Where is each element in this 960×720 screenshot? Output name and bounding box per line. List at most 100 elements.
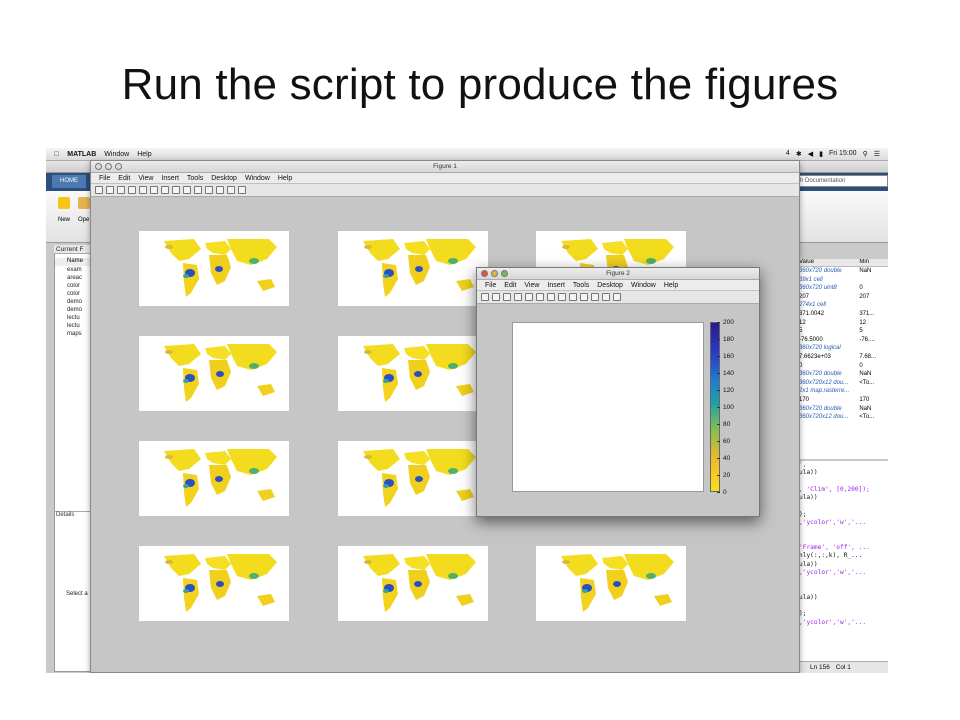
status-count[interactable]: 4: [786, 150, 790, 158]
fig1-menu-insert[interactable]: Insert: [161, 173, 179, 183]
colorbar-icon[interactable]: [602, 293, 610, 301]
fig1-menu-file[interactable]: File: [99, 173, 110, 183]
workspace-row[interactable]: 55: [795, 327, 888, 336]
open-folder-icon[interactable]: [78, 197, 90, 209]
pointer-icon[interactable]: [525, 293, 533, 301]
fig1-menu-window[interactable]: Window: [245, 173, 270, 183]
workspace-row[interactable]: 00: [795, 362, 888, 371]
file-item[interactable]: lectu: [55, 314, 91, 322]
figure2-canvas[interactable]: 200 180 160 140 120 100 80 60 40 20 0: [477, 305, 759, 516]
map-tile[interactable]: [139, 231, 289, 306]
menu-help[interactable]: Help: [137, 151, 151, 158]
legend-icon[interactable]: [613, 293, 621, 301]
print-icon[interactable]: [128, 186, 136, 194]
workspace-row[interactable]: 360x720 logical: [795, 344, 888, 353]
workspace-row[interactable]: 170 170: [795, 396, 888, 405]
workspace-row[interactable]: 2x1 map.rasterre...: [795, 387, 888, 396]
map-tile[interactable]: [536, 546, 686, 621]
fig2-menu-file[interactable]: File: [485, 280, 496, 290]
data-cursor-icon[interactable]: [194, 186, 202, 194]
map-tile[interactable]: [139, 441, 289, 516]
fig1-menu-edit[interactable]: Edit: [118, 173, 130, 183]
file-item[interactable]: color: [55, 290, 91, 298]
brush-icon[interactable]: [205, 186, 213, 194]
workspace-row[interactable]: 7.6623e+03 7.68...: [795, 353, 888, 362]
workspace-row[interactable]: 360x720x12 dou... <To...: [795, 379, 888, 388]
map-tile[interactable]: [338, 441, 488, 516]
print-icon[interactable]: [514, 293, 522, 301]
link-icon[interactable]: [216, 186, 224, 194]
clock[interactable]: Fri 15:00: [829, 150, 857, 158]
figure2-titlebar[interactable]: Figure 2: [477, 268, 759, 280]
minimize-icon[interactable]: [105, 163, 112, 170]
documentation-search-input[interactable]: ch Documentation: [786, 175, 888, 187]
file-item[interactable]: areac: [55, 274, 91, 282]
figure1-titlebar[interactable]: Figure 1: [91, 161, 799, 173]
fig1-menu-help[interactable]: Help: [278, 173, 292, 183]
ws-header-min[interactable]: Min: [856, 259, 888, 266]
minimize-icon[interactable]: [491, 270, 498, 277]
file-item[interactable]: demo: [55, 298, 91, 306]
fig2-menu-edit[interactable]: Edit: [504, 280, 516, 290]
fig1-menu-view[interactable]: View: [138, 173, 153, 183]
new-button[interactable]: New: [58, 217, 70, 223]
fig2-menu-tools[interactable]: Tools: [573, 280, 589, 290]
workspace-row[interactable]: 274x1 cell: [795, 301, 888, 310]
fig1-menu-tools[interactable]: Tools: [187, 173, 203, 183]
workspace-row[interactable]: 360x720 double NaN: [795, 405, 888, 414]
menu-window[interactable]: Window: [104, 151, 129, 158]
app-menu[interactable]: MATLAB: [67, 151, 96, 158]
volume-icon[interactable]: ◀: [808, 150, 813, 158]
fig1-menu-desktop[interactable]: Desktop: [211, 173, 237, 183]
map-tile[interactable]: [139, 336, 289, 411]
map-tile[interactable]: [338, 336, 488, 411]
figure2-window[interactable]: Figure 2 File Edit View Insert Tools Des…: [476, 267, 760, 517]
menu-list-icon[interactable]: ☰: [874, 150, 880, 158]
pan-icon[interactable]: [558, 293, 566, 301]
fig2-menu-window[interactable]: Window: [631, 280, 656, 290]
fig2-menu-view[interactable]: View: [524, 280, 539, 290]
workspace-row[interactable]: 360x720 double NaN: [795, 267, 888, 276]
map-tile[interactable]: [338, 231, 488, 306]
zoom-icon[interactable]: [501, 270, 508, 277]
ws-header-value[interactable]: Value: [795, 259, 856, 266]
legend-icon[interactable]: [238, 186, 246, 194]
figure2-axes[interactable]: [512, 322, 704, 492]
workspace-row[interactable]: 360x720 uint8 0: [795, 284, 888, 293]
open-file-icon[interactable]: [106, 186, 114, 194]
fig2-menu-help[interactable]: Help: [664, 280, 678, 290]
open-button[interactable]: Ope: [78, 217, 89, 223]
workspace-row[interactable]: 207 207: [795, 293, 888, 302]
rotate-icon[interactable]: [569, 293, 577, 301]
new-script-icon[interactable]: [58, 197, 70, 209]
open-file-icon[interactable]: [492, 293, 500, 301]
fig2-menu-desktop[interactable]: Desktop: [597, 280, 623, 290]
workspace-row[interactable]: 371.0042 371...: [795, 310, 888, 319]
apple-icon[interactable]: : [54, 151, 59, 158]
workspace-row[interactable]: 360x720x12 dou... <To...: [795, 413, 888, 422]
close-icon[interactable]: [95, 163, 102, 170]
zoom-out-icon[interactable]: [161, 186, 169, 194]
tab-home[interactable]: HOME: [52, 175, 86, 188]
zoom-in-icon[interactable]: [536, 293, 544, 301]
editor-panel[interactable]: ', ula)), 'Clim', [0,200]); ula))); ,'ycolo…: [794, 461, 888, 661]
zoom-out-icon[interactable]: [547, 293, 555, 301]
workspace-row[interactable]: 12 12: [795, 319, 888, 328]
file-item[interactable]: exam: [55, 266, 91, 274]
bluetooth-icon[interactable]: ✱: [796, 150, 802, 158]
pointer-icon[interactable]: [139, 186, 147, 194]
save-icon[interactable]: [503, 293, 511, 301]
pan-icon[interactable]: [172, 186, 180, 194]
battery-icon[interactable]: ▮: [819, 150, 823, 158]
workspace-row[interactable]: 360x720 double NaN: [795, 370, 888, 379]
workspace-row[interactable]: 39x1 cell: [795, 276, 888, 285]
data-cursor-icon[interactable]: [580, 293, 588, 301]
folder-name-header[interactable]: Name: [55, 258, 91, 266]
fig2-menu-insert[interactable]: Insert: [547, 280, 565, 290]
map-tile[interactable]: [139, 546, 289, 621]
new-figure-icon[interactable]: [481, 293, 489, 301]
new-figure-icon[interactable]: [95, 186, 103, 194]
rotate-icon[interactable]: [183, 186, 191, 194]
search-icon[interactable]: ⚲: [863, 150, 868, 158]
file-item[interactable]: color: [55, 282, 91, 290]
